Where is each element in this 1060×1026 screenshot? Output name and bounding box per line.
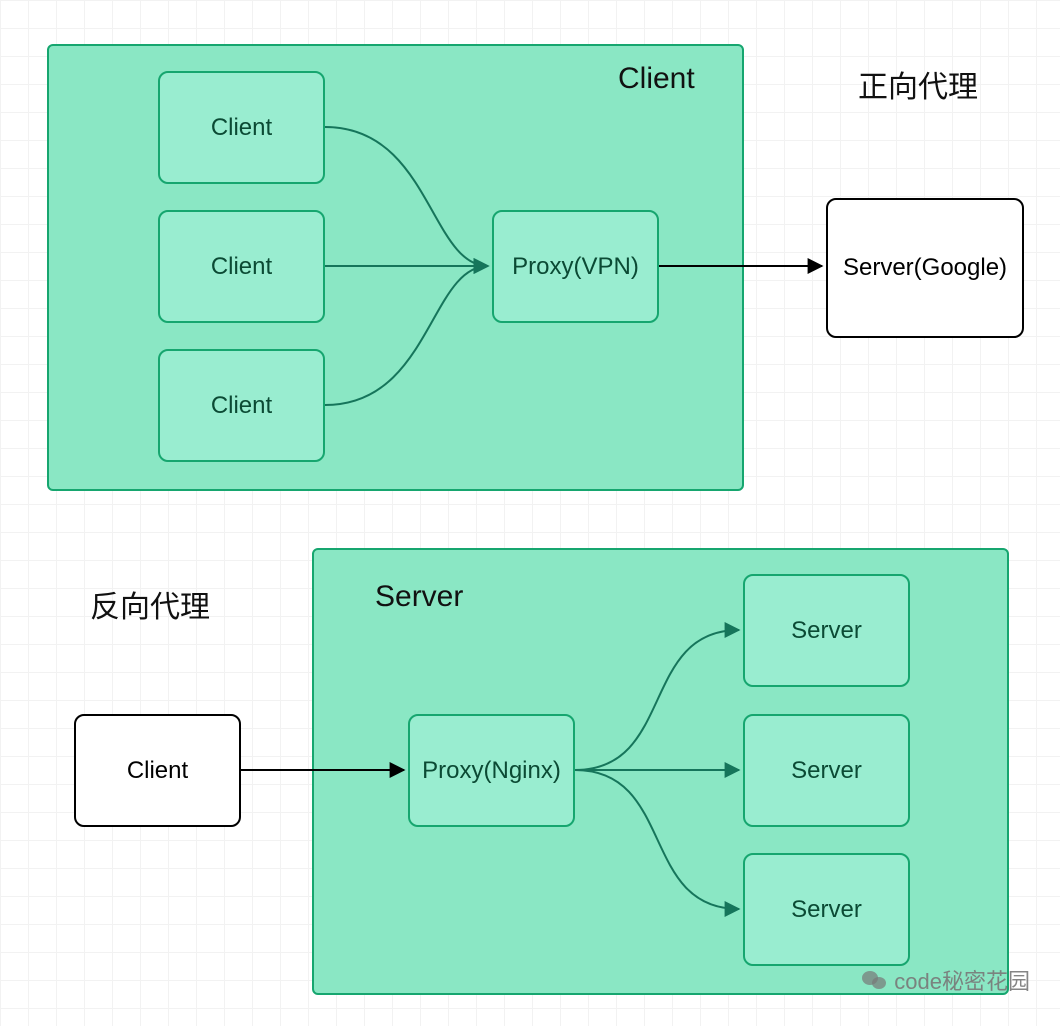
reverse-client-node: Client [74, 714, 241, 827]
reverse-server-2: Server [743, 714, 910, 827]
node-label: Client [211, 392, 272, 420]
watermark-text: code秘密花园 [894, 964, 1030, 996]
node-label: Server [791, 896, 862, 924]
node-label: Client [211, 114, 272, 142]
node-label: Client [211, 253, 272, 281]
node-label: Server [791, 757, 862, 785]
forward-client-1: Client [158, 71, 325, 184]
reverse-server-3: Server [743, 853, 910, 966]
node-label: Client [127, 757, 188, 785]
wechat-icon [862, 969, 888, 991]
node-label: Server(Google) [843, 254, 1007, 282]
node-label: Proxy(VPN) [512, 253, 639, 281]
reverse-server-1: Server [743, 574, 910, 687]
node-label: Proxy(Nginx) [422, 757, 561, 785]
node-label: Server [791, 617, 862, 645]
forward-proxy-title: 正向代理 [858, 62, 978, 106]
reverse-region-label: Server [375, 580, 463, 614]
reverse-proxy-title: 反向代理 [90, 582, 210, 626]
forward-proxy-node: Proxy(VPN) [492, 210, 659, 323]
forward-client-3: Client [158, 349, 325, 462]
forward-client-2: Client [158, 210, 325, 323]
watermark: code秘密花园 [862, 964, 1030, 996]
forward-region-label: Client [618, 62, 695, 96]
forward-server-node: Server(Google) [826, 198, 1024, 338]
reverse-proxy-node: Proxy(Nginx) [408, 714, 575, 827]
